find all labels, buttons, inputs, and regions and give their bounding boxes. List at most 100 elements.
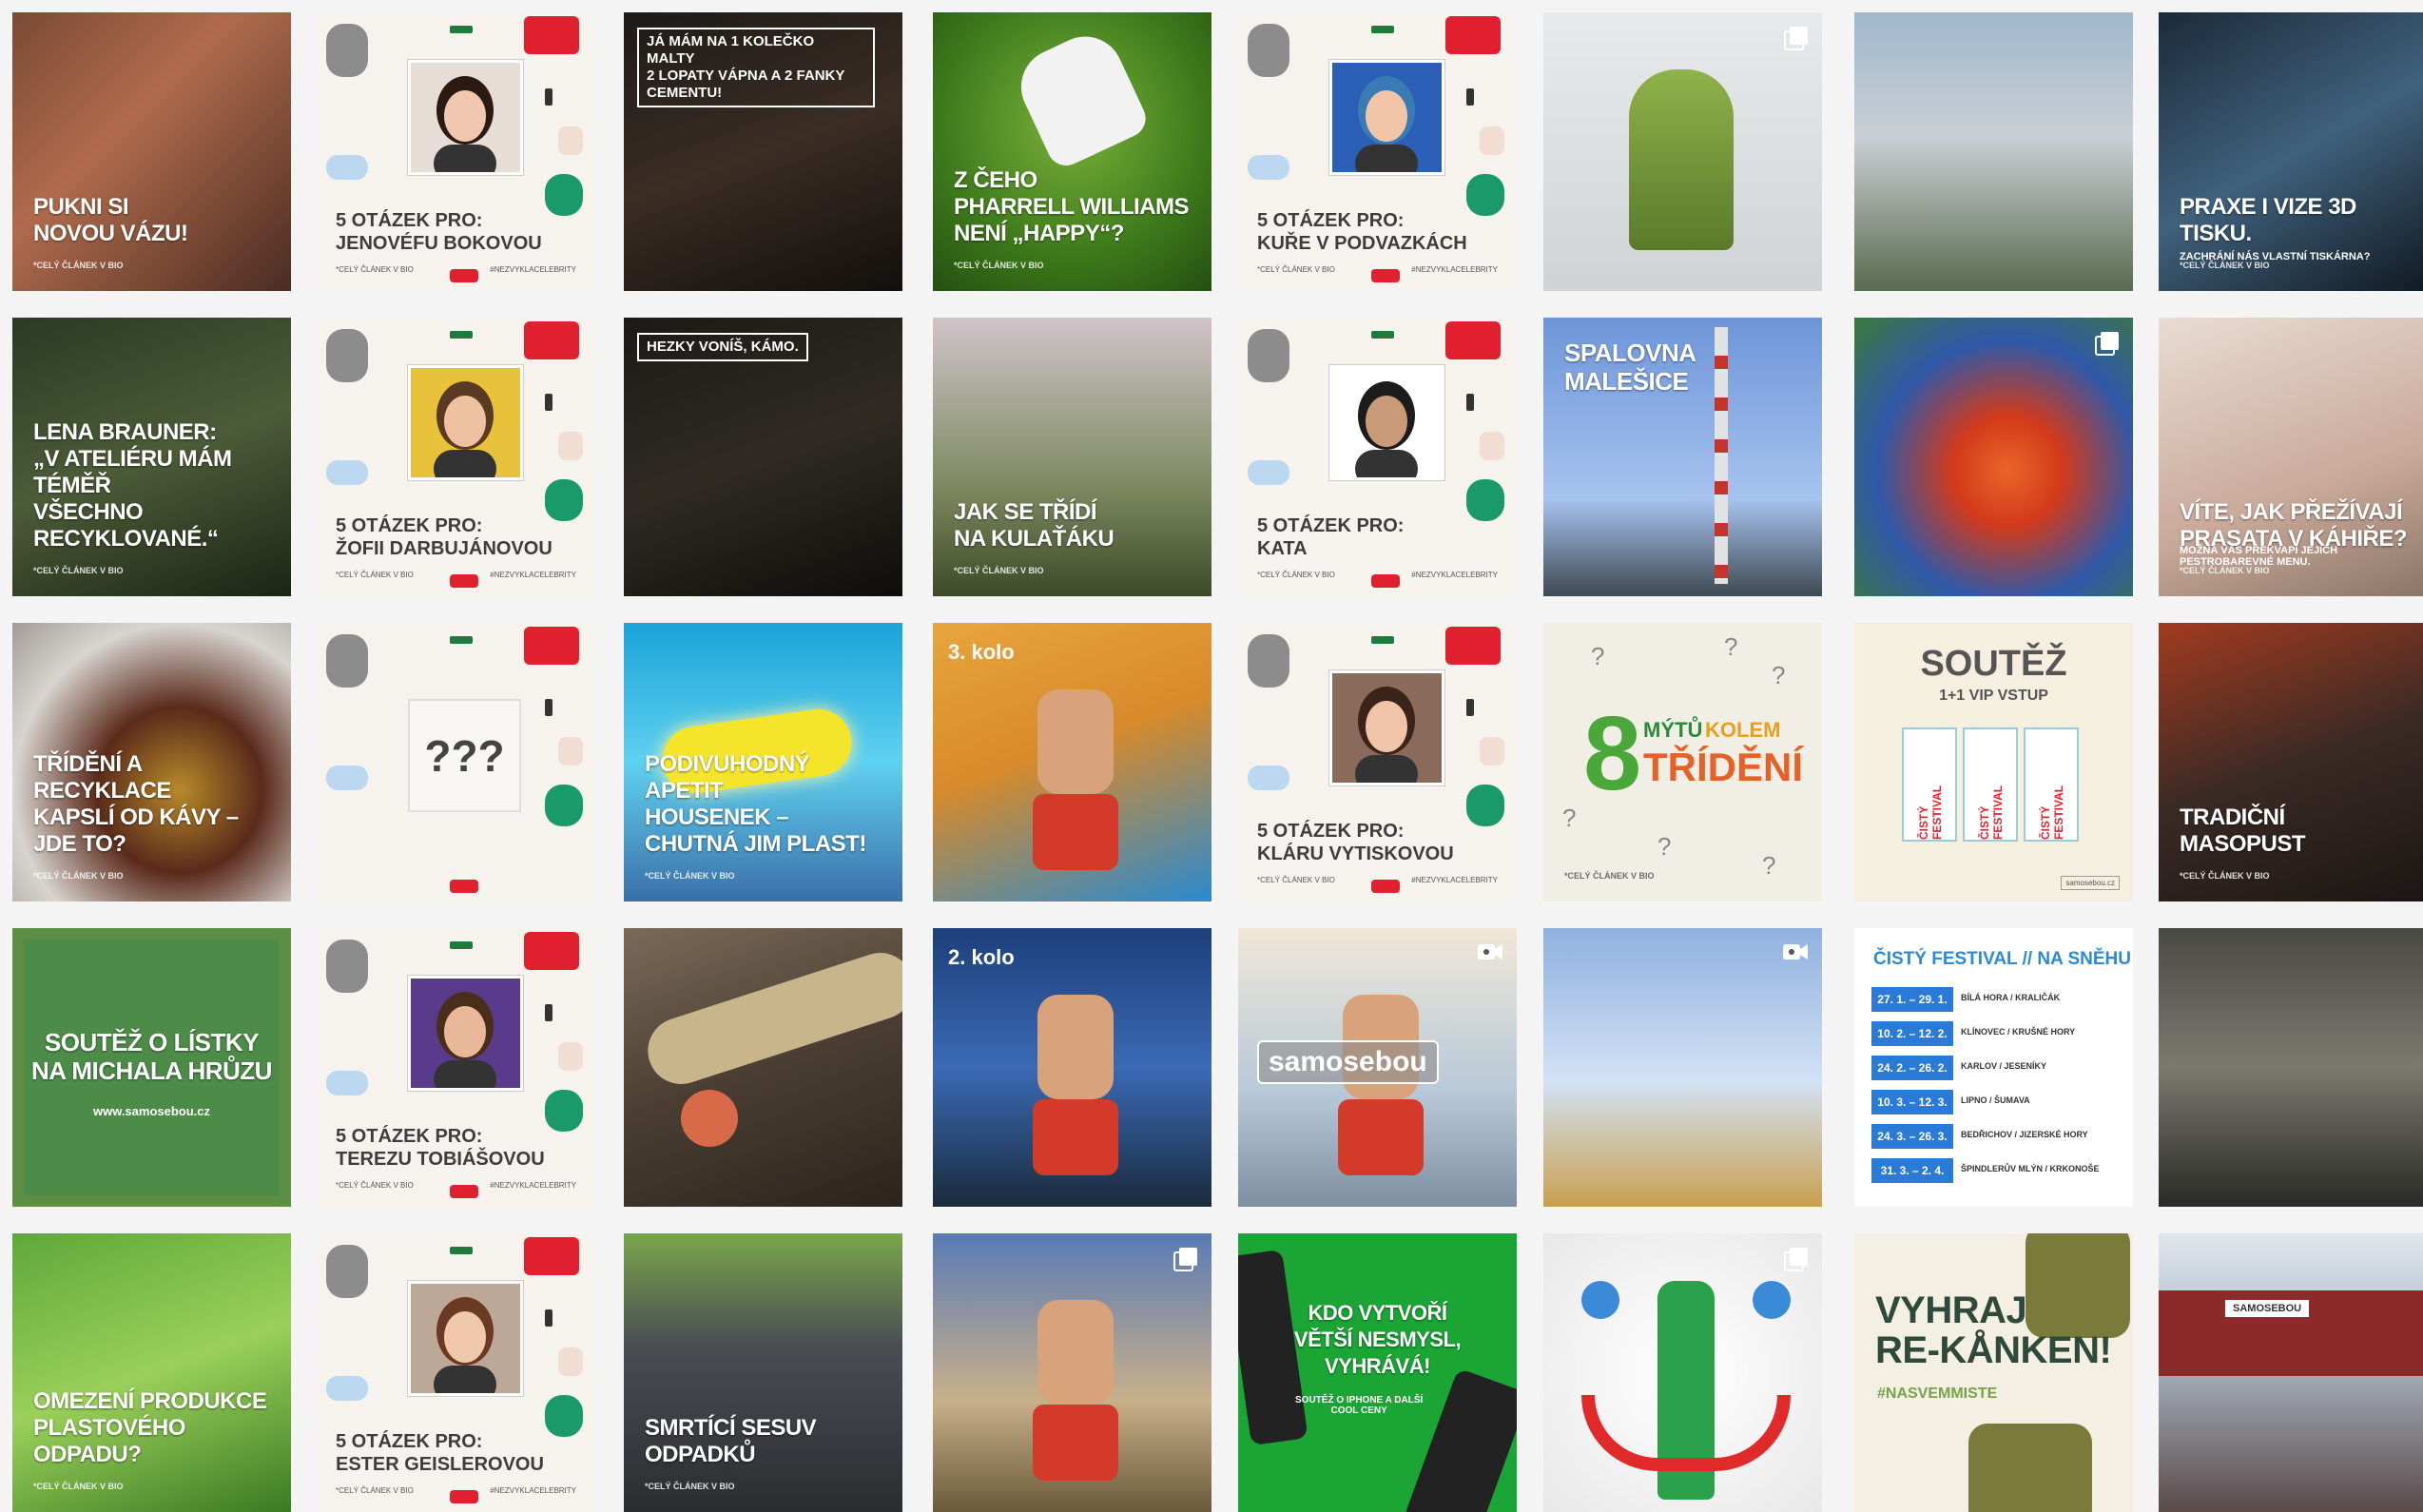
post-tile[interactable]: Soutěž o lístky na Michala Hrůzu www.samo… <box>12 928 291 1207</box>
decor-shape <box>450 941 473 949</box>
post-caption: Jak se třídí na kulaťáku <box>954 499 1115 552</box>
post-title: 5 otázek pro: Kata <box>1257 515 1405 559</box>
gallery-icon <box>1784 26 1809 55</box>
post-tile[interactable]: Jak se třídí na kulaťáku *celý článek v b… <box>933 318 1212 596</box>
post-tile[interactable]: 2. kolo <box>933 928 1212 1207</box>
post-tile[interactable]: Z čeho Pharrell Williams není „happy“? *c… <box>933 12 1212 291</box>
post-caption: Spalovna Malešice <box>1564 339 1696 396</box>
post-subtext: *celý článek v bio <box>2180 261 2270 270</box>
festival-date: 24. 3. – 26. 3. <box>1871 1124 1953 1149</box>
decor-shape <box>450 574 478 588</box>
post-tile[interactable] <box>1854 318 2133 596</box>
portrait <box>411 63 520 172</box>
question-mark: ? <box>1657 832 1672 861</box>
post-tile[interactable]: 5 otázek pro: Ester Geislerovou *celý člá… <box>317 1233 595 1512</box>
post-tile[interactable] <box>1854 12 2133 291</box>
video-icon <box>1477 941 1503 967</box>
decor-shape <box>558 737 583 766</box>
celebrity-photo <box>1329 60 1444 175</box>
instagram-grid: Pukni si novou vázu! *celý článek v bio 5… <box>0 0 2423 1512</box>
phone-shape <box>1403 1367 1517 1512</box>
post-subtext: *celý článek v bio <box>954 566 1044 575</box>
decor-shape <box>326 460 368 485</box>
character-head <box>1037 1300 1114 1405</box>
myth-count: 8 <box>1583 695 1642 812</box>
post-subtext: *celý článek v bio <box>1257 876 1335 884</box>
post-tile[interactable]: Soutěž 1+1 VIP vstup Čistý festival Čistý f… <box>1854 623 2133 901</box>
post-tile[interactable]: Třídění a recyklace kapslí od kávy – jde… <box>12 623 291 901</box>
festival-title: Čistý festival // na sněhu <box>1873 949 2131 969</box>
post-subtext: *celý článek v bio <box>645 1482 735 1491</box>
festival-date: 24. 2. – 26. 2. <box>1871 1056 1953 1080</box>
post-tile[interactable]: 5 otázek pro: Kláru Vytiskovou *celý člán… <box>1238 623 1517 901</box>
post-subtext: *celý článek v bio <box>33 871 124 881</box>
post-tile[interactable]: Tradiční masopust *celý článek v bio <box>2159 623 2423 901</box>
post-title: 5 otázek pro: Terezu Tobiášovou <box>336 1126 545 1170</box>
post-tile[interactable]: ??? <box>317 623 595 901</box>
post-tile[interactable]: 5 otázek pro: Kuře v podvazkách *celý člá… <box>1238 12 1517 291</box>
decor-shape <box>450 331 473 339</box>
decor-shape <box>1445 16 1501 54</box>
portrait <box>411 979 520 1088</box>
post-tile[interactable]: Spalovna Malešice <box>1543 318 1822 596</box>
post-tile[interactable]: 5 otázek pro: Kata *celý článek v bio #nez… <box>1238 318 1517 596</box>
character-head <box>1037 689 1114 794</box>
question-mark: ? <box>1562 804 1577 832</box>
post-tile[interactable]: 5 otázek pro: Terezu Tobiášovou *celý člá… <box>317 928 595 1207</box>
post-caption: Lena Brauner: „V ateliéru mám téměř všec… <box>33 419 232 552</box>
post-tile[interactable]: Lena Brauner: „V ateliéru mám téměř všec… <box>12 318 291 596</box>
ticket-label: Čistý festival <box>1917 785 1944 840</box>
post-caption: Třídění a recyklace kapslí od kávy – jde… <box>33 751 239 857</box>
decor-shape <box>1371 636 1394 644</box>
round-label: 3. kolo <box>948 640 1015 664</box>
decor-shape <box>545 785 583 826</box>
post-tile[interactable]: Smrtící sesuv odpadků *celý článek v bio <box>624 1233 902 1512</box>
decor-shape <box>326 329 368 382</box>
post-tile[interactable] <box>1543 928 1822 1207</box>
post-tile[interactable]: 3. kolo <box>933 623 1212 901</box>
decor-shape <box>450 636 473 644</box>
decor-shape <box>1480 737 1504 766</box>
post-tile[interactable] <box>2159 928 2423 1207</box>
post-tile[interactable] <box>1543 1233 1822 1512</box>
post-tile[interactable]: Víte, jak přežívají prasata v Káhiře? Mož… <box>2159 318 2423 596</box>
ticket: Čistý festival <box>2024 727 2079 842</box>
post-tile[interactable] <box>1543 12 1822 291</box>
post-tile[interactable]: 8 mýtů kolem třídění?????? *celý článek v bi… <box>1543 623 1822 901</box>
post-caption: Praxe i vize 3D tisku. <box>2180 194 2356 246</box>
post-subtext: *celý článek v bio <box>1257 265 1335 274</box>
post-tile[interactable]: Já mám na 1 kolečko malty 2 lopaty vápna… <box>624 12 902 291</box>
post-tile[interactable]: Vyhraj re-kånken! #nasvemmiste <box>1854 1233 2133 1512</box>
post-tile[interactable]: Čistý festival // na sněhu 27. 1. – 29. 1… <box>1854 928 2133 1207</box>
decor-shape <box>545 1395 583 1437</box>
post-tile[interactable]: Samosebou <box>2159 1233 2423 1512</box>
question-mark: ? <box>1724 632 1738 661</box>
skateboard-shape <box>639 943 902 1094</box>
post-caption: Pukni si novou vázu! <box>33 194 188 246</box>
decor-shape <box>558 1347 583 1376</box>
decor-shape <box>1248 460 1289 485</box>
post-tile[interactable]: 5 otázek pro: Jenovéfu Bokovou *celý člán… <box>317 12 595 291</box>
gallery-icon <box>1173 1247 1198 1276</box>
post-tile[interactable]: Omezení produkce plastového odpadu? *celý… <box>12 1233 291 1512</box>
post-subtext: *celý článek v bio <box>33 261 124 270</box>
post-tile[interactable] <box>624 928 902 1207</box>
decor-shape <box>524 321 579 359</box>
post-tile[interactable]: Praxe i vize 3D tisku. Zachrání nás vlast… <box>2159 12 2423 291</box>
post-tile[interactable]: Pukni si novou vázu! *celý článek v bio <box>12 12 291 291</box>
mouth-shape <box>1581 1395 1791 1471</box>
post-tile[interactable] <box>933 1233 1212 1512</box>
ticket: Čistý festival <box>1963 727 2018 842</box>
post-tile[interactable]: Kdo vytvoří větší nesmysl, vyhrává! Soutě… <box>1238 1233 1517 1512</box>
post-tile[interactable]: 5 otázek pro: Žofii Darbujánovou *celý čl… <box>317 318 595 596</box>
decor-shape <box>326 940 368 993</box>
post-subtext: *celý článek v bio <box>33 566 124 575</box>
post-tile[interactable]: Hezky voníš, kámo. <box>624 318 902 596</box>
decor-shape <box>545 699 552 716</box>
post-title: 5 otázek pro: Kláru Vytiskovou <box>1257 821 1454 864</box>
contest-subtitle: 1+1 VIP vstup <box>1939 688 2048 704</box>
post-tile[interactable]: Podivuhodný apetit housenek – chutná jim… <box>624 623 902 901</box>
decor-shape <box>326 24 368 77</box>
post-tile[interactable]: samosebou <box>1238 928 1517 1207</box>
post-subcaption: Soutěž o iPhone a další cool ceny <box>1295 1395 1424 1416</box>
